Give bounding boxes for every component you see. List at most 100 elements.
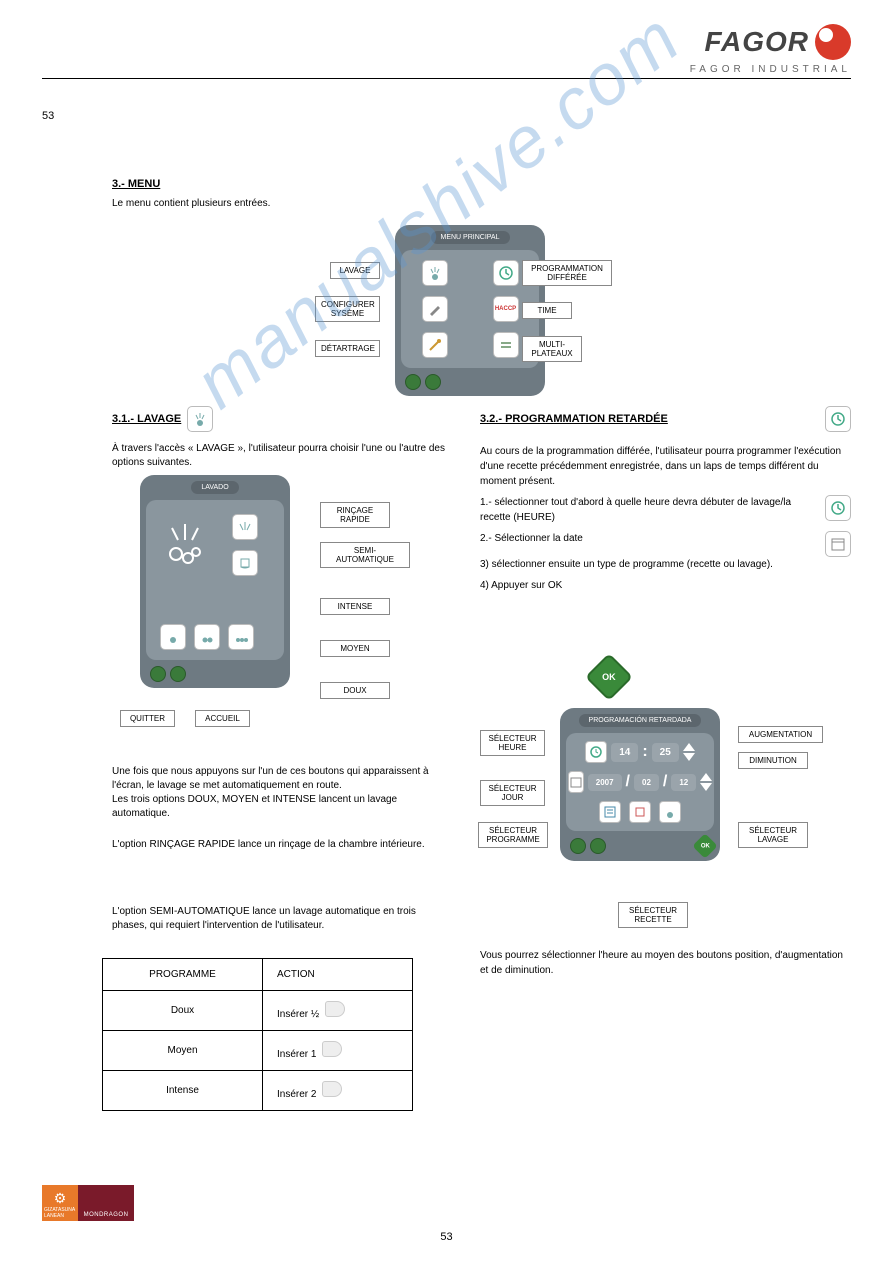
hour-selector-icon[interactable] bbox=[585, 741, 607, 763]
section-3-2-heading: 3.2.- PROGRAMMATION RETARDÉE bbox=[480, 406, 851, 432]
wash-panel-title: LAVADO bbox=[191, 481, 238, 494]
clock-prog-icon bbox=[825, 406, 851, 432]
callout-augmentation: AUGMENTATION bbox=[738, 726, 823, 743]
decrement-button[interactable] bbox=[683, 753, 695, 761]
delayed-prog-panel: PROGRAMACIÓN RETARDADA 14 : 25 2007 / 02… bbox=[560, 708, 720, 861]
wash-panel: LAVADO bbox=[140, 475, 290, 688]
section-3-2: 3.2.- PROGRAMMATION RETARDÉE Au cours de… bbox=[480, 406, 851, 599]
month-field[interactable]: 02 bbox=[634, 774, 659, 791]
delayed-home-button[interactable] bbox=[590, 838, 606, 854]
delayed-back-button[interactable] bbox=[570, 838, 586, 854]
callout-time: TIME bbox=[522, 302, 572, 319]
page-number-top: 53 bbox=[42, 110, 54, 122]
cup-icon bbox=[322, 1041, 342, 1057]
delayed-prog-title: PROGRAMACIÓN RETARDADA bbox=[579, 714, 702, 727]
section-3-1-heading: 3.1.- LAVAGE bbox=[112, 406, 452, 432]
hour-field[interactable]: 14 bbox=[611, 743, 638, 762]
ok-label: OK bbox=[602, 672, 616, 682]
footer-logo-gizatasuna: GIZATASUNA LANEAN bbox=[42, 1185, 78, 1221]
home-button[interactable] bbox=[425, 374, 441, 390]
brand-header: FAGOR FAGOR INDUSTRIAL bbox=[690, 24, 851, 75]
callout-prog-differee: PROGRAMMATION DIFFÉRÉE bbox=[522, 260, 612, 286]
date-sep: / bbox=[626, 773, 630, 791]
callout-sel-recette: SÉLECTEUR RECETTE bbox=[618, 902, 688, 928]
brand-subtitle: FAGOR INDUSTRIAL bbox=[690, 64, 851, 75]
date-decrement-button[interactable] bbox=[700, 783, 712, 791]
callout-lavage: LAVAGE bbox=[330, 262, 380, 279]
section-3-title: 3.- MENU bbox=[112, 178, 160, 190]
header-rule bbox=[42, 78, 851, 79]
ok-button-large[interactable]: OK bbox=[585, 653, 633, 701]
main-menu-title: MENU PRINCIPAL bbox=[431, 231, 510, 244]
menu-descale-icon[interactable] bbox=[422, 332, 448, 358]
page-number-bottom: 53 bbox=[0, 1231, 893, 1243]
semi-auto-button[interactable] bbox=[232, 550, 258, 576]
section-3-2-heading-text: 3.2.- PROGRAMMATION RETARDÉE bbox=[480, 413, 668, 425]
increment-button[interactable] bbox=[683, 743, 695, 751]
date-selector-icon[interactable] bbox=[568, 771, 584, 793]
table-cell-prog: Intense bbox=[103, 1071, 263, 1111]
callout-detartrage: DÉTARTRAGE bbox=[315, 340, 380, 357]
wash-hero-icon bbox=[162, 520, 208, 566]
callout-sel-programme: SÉLECTEUR PROGRAMME bbox=[478, 822, 548, 848]
table-action-text: Insérer ½ bbox=[277, 1009, 319, 1020]
table-cell-action: Insérer 2 bbox=[263, 1071, 413, 1111]
callout-semi-auto: SEMI-AUTOMATIQUE bbox=[320, 542, 410, 568]
menu-multitray-icon[interactable] bbox=[493, 332, 519, 358]
back-button[interactable] bbox=[405, 374, 421, 390]
callout-intense: INTENSE bbox=[320, 598, 390, 615]
table-action-text: Insérer 1 bbox=[277, 1049, 316, 1060]
callout-rincage-rapide: RINÇAGE RAPIDE bbox=[320, 502, 390, 528]
wash-selector-button[interactable] bbox=[659, 801, 681, 823]
recipe-selector-button[interactable] bbox=[629, 801, 651, 823]
callout-accueil: ACCUEIL bbox=[195, 710, 250, 727]
menu-delayed-prog-icon[interactable] bbox=[493, 260, 519, 286]
step2-text: 2.- Sélectionner la date bbox=[480, 533, 583, 544]
section-3-1: 3.1.- LAVAGE À travers l'accès « LAVAGE … bbox=[112, 406, 452, 470]
section-3-2-step4: 4) Appuyer sur OK bbox=[480, 578, 851, 593]
menu-wash-icon[interactable] bbox=[422, 260, 448, 286]
section-3-1-rincage-text: L'option RINÇAGE RAPIDE lance un rinçage… bbox=[112, 838, 425, 852]
day-field[interactable]: 12 bbox=[671, 774, 696, 791]
wash-back-button[interactable] bbox=[150, 666, 166, 682]
table-cell-prog: Doux bbox=[103, 991, 263, 1031]
callout-prog-text: PROGRAMMATION DIFFÉRÉE bbox=[531, 264, 603, 282]
section-3-1-after-text: Une fois que nous appuyons sur l'un de c… bbox=[112, 765, 452, 821]
table-row: Moyen Insérer 1 bbox=[103, 1031, 413, 1071]
footer-logo-mondragon: MONDRAGON bbox=[78, 1185, 134, 1221]
menu-haccp-icon[interactable]: HACCP bbox=[493, 296, 519, 322]
delayed-ok-button[interactable]: OK bbox=[692, 833, 717, 858]
cup-icon bbox=[325, 1001, 345, 1017]
callout-sel-jour: SÉLECTEUR JOUR bbox=[480, 780, 545, 806]
intense-wash-button[interactable] bbox=[228, 624, 254, 650]
ok-small-label: OK bbox=[701, 843, 710, 849]
section-3-2-step1: 1.- sélectionner tout d'abord à quelle h… bbox=[480, 495, 851, 525]
callout-sel-lavage: SÉLECTEUR LAVAGE bbox=[738, 822, 808, 848]
section-3-2-step2: 2.- Sélectionner la date bbox=[480, 531, 851, 546]
program-selector-button[interactable] bbox=[599, 801, 621, 823]
table-header-programme: PROGRAMME bbox=[103, 959, 263, 991]
callout-sel-heure: SÉLECTEUR HEURE bbox=[480, 730, 545, 756]
callout-doux: DOUX bbox=[320, 682, 390, 699]
date-sep: / bbox=[663, 773, 667, 791]
menu-config-icon[interactable] bbox=[422, 296, 448, 322]
soft-wash-button[interactable] bbox=[160, 624, 186, 650]
table-header-action: ACTION bbox=[263, 959, 413, 991]
brand-swirl-icon bbox=[815, 24, 851, 60]
callout-multi-plateaux: MULTI-PLATEAUX bbox=[522, 336, 582, 362]
section-3-1-heading-text: 3.1.- LAVAGE bbox=[112, 413, 181, 425]
year-field[interactable]: 2007 bbox=[588, 774, 622, 791]
footer-logos: GIZATASUNA LANEAN MONDRAGON bbox=[42, 1185, 134, 1221]
quick-rinse-button[interactable] bbox=[232, 514, 258, 540]
table-cell-action: Insérer 1 bbox=[263, 1031, 413, 1071]
date-increment-button[interactable] bbox=[700, 773, 712, 781]
wash-home-button[interactable] bbox=[170, 666, 186, 682]
table-header-row: PROGRAMME ACTION bbox=[103, 959, 413, 991]
medium-wash-button[interactable] bbox=[194, 624, 220, 650]
section-3-1-intro: À travers l'accès « LAVAGE », l'utilisat… bbox=[112, 442, 452, 470]
minute-field[interactable]: 25 bbox=[652, 743, 679, 762]
clock-icon bbox=[825, 495, 851, 521]
section-3-subtitle: Le menu contient plusieurs entrées. bbox=[112, 198, 270, 209]
calendar-icon bbox=[825, 531, 851, 557]
table-row: Doux Insérer ½ bbox=[103, 991, 413, 1031]
